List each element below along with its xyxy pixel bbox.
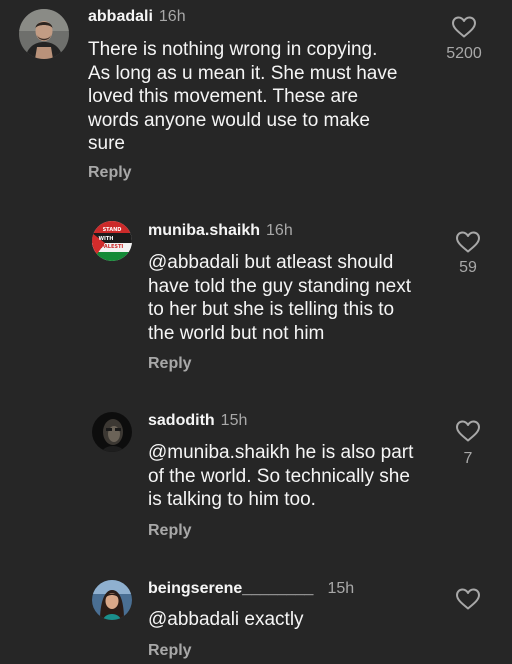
heart-outline-icon[interactable] [455,587,481,611]
comment-line: to her but she is telling this to [148,299,395,320]
comment-line: loved this movement. These are [88,86,359,107]
reply-button[interactable]: Reply [148,354,192,374]
comment-line: As long as u mean it. She must have [88,62,398,84]
comment-text: @muniba.shaikh he is also part of the wo… [148,441,413,512]
avatar-text: WITH [99,236,114,242]
comment-item: sadodith 15h @muniba.shaikh he is also pa… [0,390,512,560]
heart-outline-icon[interactable] [455,419,481,443]
username[interactable]: abbadali [88,8,153,25]
comment-line: @abbadali exactly [148,609,304,630]
reply-button[interactable]: Reply [88,163,132,183]
timestamp: 15h [327,580,355,597]
comment-item: abbadali 16h There is nothing wrong in co… [0,0,512,200]
avatar[interactable] [92,412,132,452]
username[interactable]: beingserene________ [148,580,313,597]
comment-line: have told the guy standing next [148,275,412,297]
comments-thread: abbadali 16h There is nothing wrong in co… [0,0,512,664]
comment-line: @muniba.shaikh he is also part [148,442,414,463]
timestamp: 16h [266,222,293,239]
reply-button[interactable]: Reply [148,521,192,541]
comment-header: abbadali 16h [88,7,186,27]
like-count: 59 [459,259,477,276]
comment-line: @abbadali but atleast should [148,252,394,273]
comment-line: words anyone would use to make [88,109,370,131]
comment-text: There is nothing wrong in copying. As lo… [88,38,397,156]
avatar[interactable]: STAND WITH PALESTI [92,221,132,261]
comment-item: beingserene________ 15h @abbadali exactly… [0,560,512,664]
comment-line: of the world. So technically she [148,465,410,487]
like-count: 5200 [446,45,482,62]
comment-header: sadodith 15h [148,411,247,431]
username[interactable]: muniba.shaikh [148,222,260,239]
comment-item: STAND WITH PALESTI muniba.shaikh 16h @abb… [0,200,512,390]
username[interactable]: sadodith [148,412,215,429]
comment-text: @abbadali exactly [148,608,304,632]
comment-header: muniba.shaikh 16h [148,221,293,241]
avatar-text: PALESTI [101,244,124,250]
avatar[interactable] [19,9,69,59]
timestamp: 16h [158,8,186,25]
avatar[interactable] [92,580,132,620]
comment-text: @abbadali but atleast should have told t… [148,251,411,345]
comment-line: the world but not him [148,322,325,344]
avatar-text: STAND [103,227,122,233]
heart-outline-icon[interactable] [455,230,481,254]
reply-button[interactable]: Reply [148,641,192,661]
like-count: 7 [463,450,473,467]
heart-outline-icon[interactable] [451,15,477,39]
comment-header: beingserene________ 15h [148,579,354,599]
comment-line: There is nothing wrong in copying. [88,39,378,60]
timestamp: 15h [220,412,248,429]
comment-line: is talking to him too. [148,489,316,510]
comment-line: sure [88,133,125,154]
